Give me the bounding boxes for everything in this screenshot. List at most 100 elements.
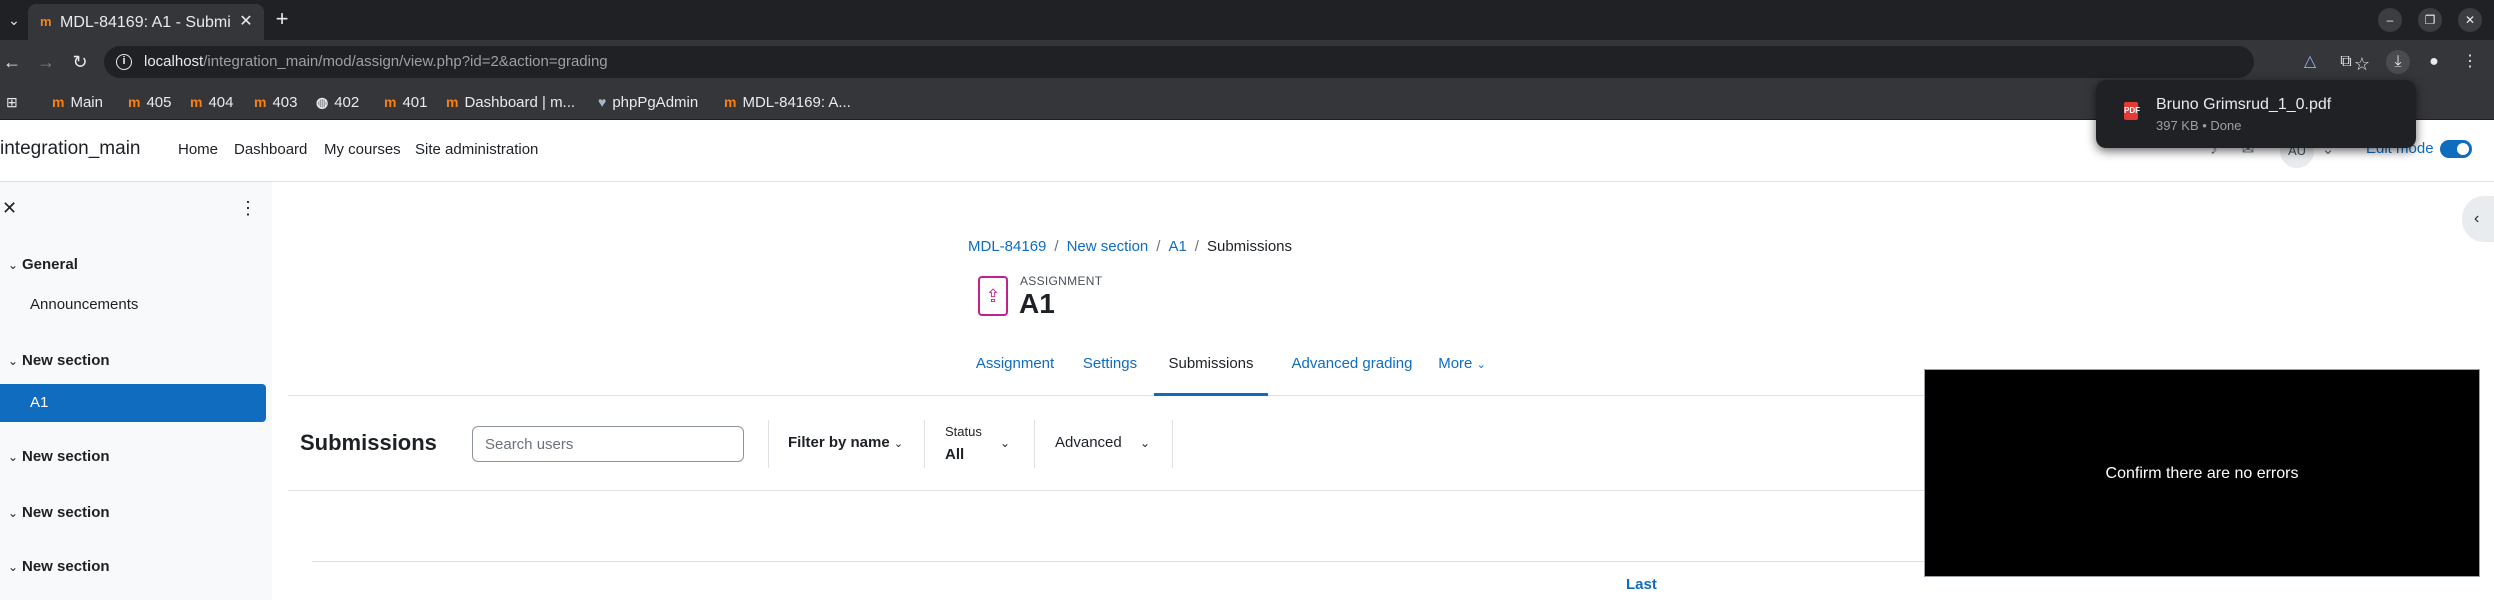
breadcrumb-activity[interactable]: A1 (1168, 238, 1186, 255)
section-new-section-1[interactable]: ⌄ New section (8, 352, 110, 372)
browser-toolbar: ← → ↻ i localhost/integration_main/mod/a… (0, 40, 2494, 84)
browser-tab-strip: ⌄ m MDL-84169: A1 - Submiss ✕ + – ❐ ✕ (0, 0, 2494, 40)
chevron-down-icon[interactable]: ⌄ (8, 506, 22, 520)
apps-grid-icon[interactable]: ⊞ (6, 93, 24, 111)
site-info-icon[interactable]: i (116, 54, 132, 70)
bookmark-main[interactable]: m Main (52, 92, 103, 112)
tab-search-icon[interactable]: ⌄ (4, 10, 24, 30)
tab-more[interactable]: More ⌄ (1432, 350, 1492, 396)
chevron-down-icon: ⌄ (893, 438, 904, 450)
breadcrumb: MDL-84169 / New section / A1 / Submissions (968, 238, 1292, 255)
toolbar-divider (924, 420, 925, 468)
assignment-icon: ⇪ (978, 276, 1008, 316)
activity-type-label: ASSIGNMENT (1020, 274, 1103, 288)
confirmation-overlay: Confirm there are no errors (1924, 369, 2480, 577)
pagination-last-link[interactable]: Last (1626, 576, 1657, 593)
moodle-favicon-icon: m (40, 14, 52, 29)
overlay-message: Confirm there are no errors (2105, 465, 2299, 482)
breadcrumb-separator: / (1054, 238, 1059, 255)
submissions-heading: Submissions (300, 430, 437, 455)
chevron-down-icon[interactable]: ⌄ (1000, 436, 1010, 450)
section-new-section-3[interactable]: ⌄ New section (8, 504, 110, 524)
chevron-down-icon[interactable]: ⌄ (8, 450, 22, 464)
download-bubble[interactable]: PDF Bruno Grimsrud_1_0.pdf 397 KB • Done (2096, 80, 2416, 148)
tab-assignment[interactable]: Assignment (968, 350, 1062, 396)
profile-icon[interactable]: ● (2422, 50, 2446, 74)
status-filter-value[interactable]: All (945, 446, 964, 463)
tab-close-icon[interactable]: ✕ (236, 12, 256, 32)
chevron-down-icon[interactable]: ⌄ (8, 560, 22, 574)
bookmark-404[interactable]: m 404 (190, 92, 233, 112)
content-divider (288, 490, 1924, 491)
download-file-name[interactable]: Bruno Grimsrud_1_0.pdf (2156, 96, 2331, 114)
url-text[interactable]: localhost/integration_main/mod/assign/vi… (144, 53, 608, 71)
bookmark-dashboard[interactable]: m Dashboard | m... (446, 92, 575, 112)
status-filter-label: Status (945, 424, 982, 439)
toolbar-divider (1172, 420, 1173, 468)
new-tab-icon[interactable]: + (270, 8, 294, 32)
nav-my-courses[interactable]: My courses (324, 141, 401, 158)
breadcrumb-separator: / (1156, 238, 1161, 255)
moodle-icon: m (724, 94, 737, 110)
toolbar-divider (768, 420, 769, 468)
close-drawer-icon[interactable]: ✕ (2, 198, 22, 218)
edit-mode-toggle[interactable] (2440, 140, 2472, 158)
nav-site-administration[interactable]: Site administration (415, 141, 538, 158)
filter-by-name-dropdown[interactable]: Filter by name ⌄ (788, 434, 903, 451)
minimize-icon[interactable]: – (2378, 8, 2402, 32)
app-root: ⌄ m MDL-84169: A1 - Submiss ✕ + – ❐ ✕ ← … (0, 0, 2494, 600)
forward-icon[interactable]: → (34, 50, 58, 74)
bookmark-402[interactable]: ◍ 402 (316, 92, 359, 112)
moodle-icon: m (446, 94, 459, 110)
chrome-menu-icon[interactable]: ⋮ (2458, 50, 2482, 74)
elephant-icon: ♥ (598, 94, 607, 110)
moodle-icon: m (254, 94, 267, 110)
search-users-input[interactable] (472, 426, 744, 462)
moodle-icon: m (190, 94, 203, 110)
extensions-icon[interactable]: ⧉ (2334, 50, 2358, 74)
course-index-options-icon[interactable]: ⋮ (238, 198, 258, 218)
nav-home[interactable]: Home (178, 141, 218, 158)
section-new-section-4[interactable]: ⌄ New section (8, 558, 110, 578)
download-status: 397 KB • Done (2156, 118, 2242, 133)
bookmark-phppgadmin[interactable]: ♥ phpPgAdmin (598, 92, 698, 112)
breadcrumb-course[interactable]: MDL-84169 (968, 238, 1046, 255)
site-brand[interactable]: integration_main (0, 138, 140, 160)
section-general[interactable]: ⌄ General (8, 256, 78, 276)
moodle-icon: m (128, 94, 141, 110)
google-drive-icon[interactable]: △ (2298, 50, 2322, 74)
index-item-announcements[interactable]: Announcements (30, 296, 138, 313)
globe-icon: ◍ (316, 94, 329, 110)
restore-icon[interactable]: ❐ (2418, 8, 2442, 32)
reload-icon[interactable]: ↻ (68, 50, 92, 74)
advanced-filter-dropdown[interactable]: Advanced (1055, 434, 1122, 451)
toolbar-divider (1034, 420, 1035, 468)
breadcrumb-separator: / (1194, 238, 1199, 255)
tab-submissions[interactable]: Submissions (1154, 350, 1268, 396)
tab-advanced-grading[interactable]: Advanced grading (1280, 350, 1424, 396)
breadcrumb-section[interactable]: New section (1067, 238, 1149, 255)
open-block-drawer-icon[interactable]: ‹ (2462, 196, 2494, 242)
index-item-a1-active[interactable]: A1 (0, 384, 266, 422)
downloads-icon[interactable]: ⤓ (2386, 50, 2410, 74)
bookmark-405[interactable]: m 405 (128, 92, 171, 112)
bookmark-mdl-84169[interactable]: m MDL-84169: A... (724, 92, 851, 112)
moodle-icon: m (52, 94, 65, 110)
moodle-icon: m (384, 94, 397, 110)
table-top-border (312, 561, 1924, 562)
chevron-down-icon[interactable]: ⌄ (8, 258, 22, 272)
chevron-down-icon: ⌄ (1476, 359, 1486, 371)
chevron-down-icon[interactable]: ⌄ (1140, 436, 1150, 450)
section-new-section-2[interactable]: ⌄ New section (8, 448, 110, 468)
page-title: A1 (1019, 288, 1055, 319)
breadcrumb-current: Submissions (1206, 238, 1293, 255)
bookmark-401[interactable]: m 401 (384, 92, 427, 112)
tab-settings[interactable]: Settings (1074, 350, 1146, 396)
window-close-icon[interactable]: ✕ (2458, 8, 2482, 32)
back-icon[interactable]: ← (0, 50, 24, 74)
nav-dashboard[interactable]: Dashboard (234, 141, 307, 158)
chevron-down-icon[interactable]: ⌄ (8, 354, 22, 368)
browser-tab-active[interactable]: m MDL-84169: A1 - Submiss ✕ (28, 4, 264, 40)
address-bar[interactable]: i localhost/integration_main/mod/assign/… (104, 46, 2370, 78)
bookmark-403[interactable]: m 403 (254, 92, 297, 112)
